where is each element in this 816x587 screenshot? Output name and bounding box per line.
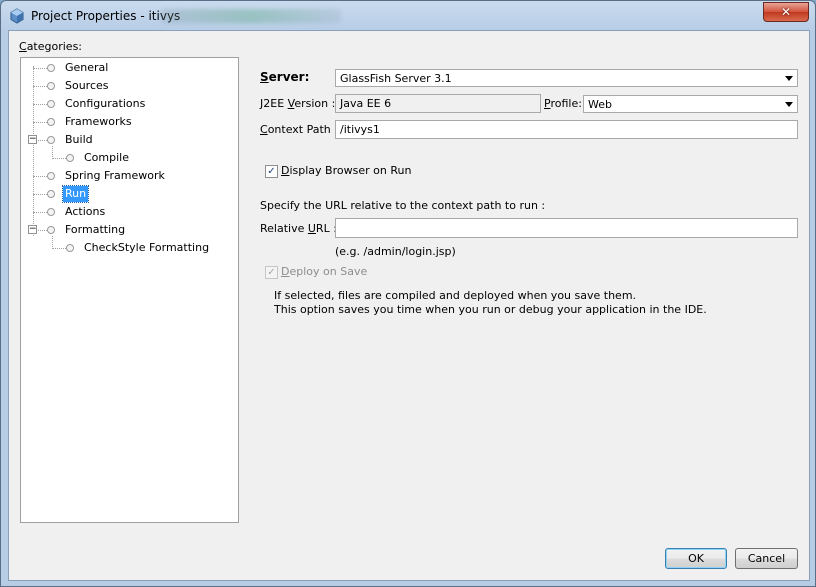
leaf-node-icon <box>47 136 55 144</box>
deploy-on-save-label[interactable]: Deploy on Save <box>281 265 367 278</box>
relative-url-example: (e.g. /admin/login.jsp) <box>335 245 456 258</box>
j2ee-version-field: Java EE 6 <box>335 94 541 113</box>
netbeans-cube-icon <box>10 8 24 24</box>
cancel-button[interactable]: Cancel <box>735 548 798 569</box>
tree-item-general[interactable]: General <box>21 60 236 76</box>
leaf-node-icon <box>47 208 55 216</box>
dialog-client-area: Categories: General Sources Configuratio… <box>8 30 810 581</box>
chevron-down-icon <box>785 102 793 107</box>
profile-value: Web <box>588 98 612 111</box>
categories-label: Categories: <box>19 40 83 53</box>
chevron-down-icon <box>785 76 793 81</box>
categories-tree[interactable]: General Sources Configurations Framework… <box>20 57 239 523</box>
url-hint-text: Specify the URL relative to the context … <box>260 199 546 212</box>
deploy-note-line-2: This option saves you time when you run … <box>274 303 707 316</box>
leaf-node-icon <box>66 154 74 162</box>
leaf-node-icon <box>47 190 55 198</box>
window-title: Project Properties - itivys <box>31 9 181 23</box>
server-value: GlassFish Server 3.1 <box>340 72 452 85</box>
close-button[interactable]: ✕ <box>763 2 809 22</box>
deploy-on-save-checkbox[interactable]: ✓ <box>265 266 278 279</box>
title-bar[interactable]: Project Properties - itivys ✕ <box>1 1 815 31</box>
ok-button[interactable]: OK <box>665 548 727 569</box>
j2ee-version-label: J2EE Version : <box>260 97 336 110</box>
tree-item-checkstyle-formatting[interactable]: CheckStyle Formatting <box>21 240 236 256</box>
project-properties-window: Project Properties - itivys ✕ Categories… <box>0 0 816 587</box>
tree-item-configurations[interactable]: Configurations <box>21 96 236 112</box>
leaf-node-icon <box>47 226 55 234</box>
leaf-node-icon <box>66 244 74 252</box>
leaf-node-icon <box>47 172 55 180</box>
profile-label: Profile: <box>544 97 582 110</box>
tree-item-spring-framework[interactable]: Spring Framework <box>21 168 236 184</box>
leaf-node-icon <box>47 82 55 90</box>
collapse-icon[interactable]: − <box>28 225 37 234</box>
server-select[interactable]: GlassFish Server 3.1 <box>335 69 798 87</box>
tree-item-build[interactable]: − Build <box>21 132 236 148</box>
display-browser-checkbox[interactable]: ✓ <box>265 165 278 178</box>
deploy-note-line-1: If selected, files are compiled and depl… <box>274 289 637 302</box>
tree-item-actions[interactable]: Actions <box>21 204 236 220</box>
leaf-node-icon <box>47 64 55 72</box>
context-path-input[interactable]: /itivys1 <box>335 120 798 139</box>
display-browser-label[interactable]: Display Browser on Run <box>281 164 411 177</box>
leaf-node-icon <box>47 100 55 108</box>
tree-item-sources[interactable]: Sources <box>21 78 236 94</box>
tree-item-frameworks[interactable]: Frameworks <box>21 114 236 130</box>
relative-url-label: Relative URL : <box>260 222 337 235</box>
relative-url-input[interactable] <box>335 218 798 238</box>
close-icon: ✕ <box>780 5 792 19</box>
collapse-icon[interactable]: − <box>28 135 37 144</box>
check-icon: ✓ <box>267 267 276 278</box>
context-path-label: Context Path : <box>260 123 338 136</box>
server-label: Server: <box>260 70 310 84</box>
profile-select[interactable]: Web <box>583 95 798 113</box>
check-icon: ✓ <box>267 166 276 177</box>
blurred-title-region <box>161 9 341 23</box>
tree-item-run[interactable]: Run <box>21 185 236 203</box>
leaf-node-icon <box>47 118 55 126</box>
tree-item-compile[interactable]: Compile <box>21 150 236 166</box>
tree-item-formatting[interactable]: − Formatting <box>21 222 236 238</box>
